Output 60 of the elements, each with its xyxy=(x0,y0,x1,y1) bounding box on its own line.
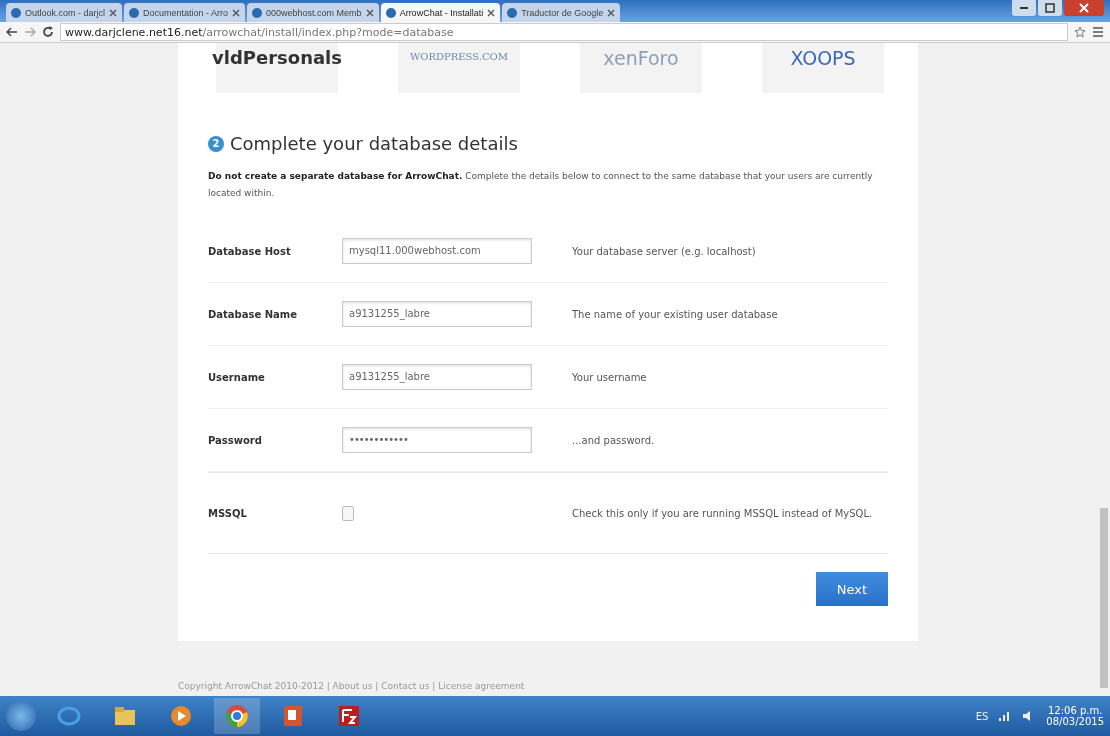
maximize-button[interactable] xyxy=(1038,0,1062,16)
chrome-icon[interactable] xyxy=(214,698,260,734)
close-icon[interactable] xyxy=(232,8,241,17)
close-icon[interactable] xyxy=(607,8,616,17)
clock-time: 12:06 p.m. xyxy=(1047,705,1103,716)
logo-tile: xenForo xyxy=(580,43,702,93)
clock-date: 08/03/2015 xyxy=(1046,716,1104,727)
star-icon[interactable] xyxy=(1074,26,1086,38)
field-label: MSSQL xyxy=(208,507,248,519)
field-hint: ...and password. xyxy=(572,434,655,446)
browser-tab[interactable]: Documentation - Arro xyxy=(124,3,246,22)
tab-title: ArrowChat - Installati xyxy=(399,7,484,18)
field-hint: Your database server (e.g. localhost) xyxy=(572,245,756,257)
step-title: Complete your database details xyxy=(230,133,518,154)
tab-title: Outlook.com - darjcl xyxy=(25,7,106,18)
browser-tab[interactable]: ArrowChat - Installati xyxy=(380,3,501,22)
scrollbar-thumb[interactable] xyxy=(1100,508,1108,688)
favicon-icon xyxy=(507,7,518,18)
menu-icon[interactable] xyxy=(1092,27,1104,37)
intro-text: Do not create a separate database for ArrowChat. Complete the details below to connect to the same database that your users are currently located within. xyxy=(208,170,874,200)
maximize-icon xyxy=(1045,3,1055,13)
favicon-icon xyxy=(129,7,140,18)
close-icon[interactable] xyxy=(487,8,496,17)
field-hint: Your username xyxy=(572,371,647,383)
favicon-icon xyxy=(252,7,263,18)
next-button[interactable]: Next xyxy=(816,572,888,606)
start-button[interactable] xyxy=(6,701,36,731)
tab-title: Documentation - Arro xyxy=(143,7,229,18)
close-button[interactable] xyxy=(1064,0,1104,16)
input-field[interactable]: a9131255_labre xyxy=(342,364,532,390)
logo-tile: WORDPRESS.COM xyxy=(398,43,520,93)
minimize-button[interactable] xyxy=(1012,0,1036,16)
step-number: 2 xyxy=(208,135,224,152)
checkbox[interactable] xyxy=(342,505,354,521)
close-icon[interactable] xyxy=(109,8,118,17)
field-hint: Check this only if you are running MSSQL instead of MySQL. xyxy=(572,507,873,519)
tab-title: Traductor de Google xyxy=(521,7,604,18)
tab-title: 000webhost.com Memb xyxy=(266,7,362,18)
address-field[interactable]: www.darjclene.net16.net/arrowchat/install/index.php?mode=database xyxy=(60,23,1068,41)
field-label: Password xyxy=(208,434,263,446)
field-label: Username xyxy=(208,371,266,383)
input-field[interactable]: •••••••••••• xyxy=(342,427,532,453)
language-indicator[interactable]: ES xyxy=(975,710,989,722)
field-label: Database Name xyxy=(208,308,299,320)
logo-tile: XOOPS xyxy=(762,43,884,93)
browser-tab[interactable]: Traductor de Google xyxy=(502,3,621,22)
field-hint: The name of your existing user database xyxy=(572,308,778,320)
favicon-icon xyxy=(385,7,396,18)
input-field[interactable]: mysql11.000webhost.com xyxy=(342,238,532,264)
browser-tab[interactable]: Outlook.com - darjcl xyxy=(6,3,123,22)
input-field[interactable]: a9131255_labre xyxy=(342,301,532,327)
footer-links: Copyright ArrowChat 2010-2012 | About us | Contact us | License agreement xyxy=(178,681,525,691)
browser-tab[interactable]: 000webhost.com Memb xyxy=(247,3,379,22)
field-label: Database Host xyxy=(208,245,292,257)
back-icon[interactable] xyxy=(6,27,18,37)
close-icon xyxy=(1079,3,1089,13)
minimize-icon xyxy=(1020,7,1028,9)
reload-icon[interactable] xyxy=(42,26,54,38)
close-icon[interactable] xyxy=(365,8,374,17)
favicon-icon xyxy=(11,7,21,18)
